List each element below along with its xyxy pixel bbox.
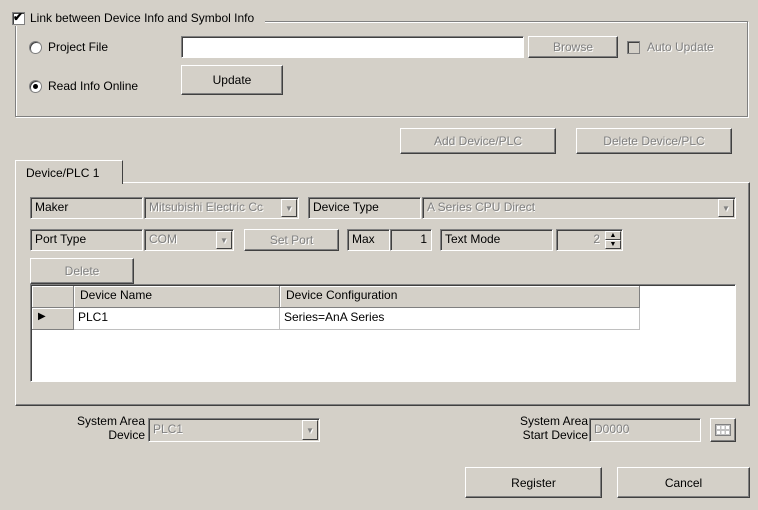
- device-type-label-cell: Device Type: [308, 197, 421, 219]
- chevron-down-icon[interactable]: ▼: [216, 231, 232, 249]
- read-info-online-label: Read Info Online: [48, 79, 139, 93]
- maker-combo[interactable]: Mitsubishi Electric Cc ▼: [144, 197, 299, 219]
- port-type-combo[interactable]: COM ▼: [144, 229, 234, 251]
- chevron-down-icon[interactable]: ▼: [302, 420, 318, 440]
- tab-gap-mask: [16, 181, 122, 184]
- update-button[interactable]: Update: [181, 65, 283, 95]
- system-area-start-device-input[interactable]: D0000: [589, 418, 701, 442]
- radio-selected-dot: [33, 84, 38, 89]
- chevron-down-icon[interactable]: ▼: [718, 199, 734, 217]
- read-info-online-radio[interactable]: [29, 80, 42, 93]
- delete-device-plc-button[interactable]: Delete Device/PLC: [576, 128, 732, 154]
- chevron-down-icon[interactable]: ▼: [281, 199, 297, 217]
- link-checkbox-row[interactable]: ✔ Link between Device Info and Symbol In…: [8, 10, 266, 26]
- register-button[interactable]: Register: [465, 467, 602, 498]
- table-row-device-name[interactable]: PLC1: [74, 308, 280, 330]
- triangle-right-icon: ▶: [38, 311, 46, 322]
- device-type-combo[interactable]: A Series CPU Direct ▼: [422, 197, 736, 219]
- system-area-device-combo[interactable]: PLC1 ▼: [148, 418, 320, 442]
- max-label-cell: Max: [347, 229, 390, 251]
- link-checkbox-label: Link between Device Info and Symbol Info: [30, 11, 255, 25]
- row-indicator[interactable]: ▶: [32, 308, 74, 330]
- max-value-field: 1: [390, 229, 432, 251]
- maker-label-cell: Maker: [30, 197, 143, 219]
- check-icon: ✔: [13, 10, 24, 24]
- auto-update-label: Auto Update: [647, 40, 714, 54]
- delete-row-button[interactable]: Delete: [30, 258, 134, 284]
- browse-button[interactable]: Browse: [528, 36, 618, 58]
- column-header-device-name[interactable]: Device Name: [74, 286, 280, 308]
- system-area-device-label: System Area Device: [76, 414, 145, 442]
- port-type-label-cell: Port Type: [30, 229, 143, 251]
- spinner-arrows-icon[interactable]: ▲ ▼: [605, 231, 621, 249]
- keypad-icon[interactable]: [710, 418, 736, 442]
- spinner-up[interactable]: ▲: [605, 231, 621, 240]
- link-checkbox[interactable]: ✔: [12, 10, 25, 25]
- table-row-configuration[interactable]: Series=AnA Series: [280, 308, 640, 330]
- column-header-device-configuration[interactable]: Device Configuration: [280, 286, 640, 308]
- text-mode-spinner[interactable]: 2 ▲ ▼: [556, 229, 623, 251]
- add-device-plc-button[interactable]: Add Device/PLC: [400, 128, 556, 154]
- text-mode-label-cell: Text Mode: [440, 229, 553, 251]
- project-file-label: Project File: [48, 40, 109, 54]
- project-file-radio[interactable]: [29, 41, 42, 54]
- spinner-down[interactable]: ▼: [605, 240, 621, 249]
- auto-update-checkbox[interactable]: [627, 41, 640, 54]
- set-port-button[interactable]: Set Port: [244, 229, 339, 251]
- grid-corner-header: [32, 286, 74, 308]
- project-file-input[interactable]: [181, 36, 524, 58]
- cancel-button[interactable]: Cancel: [617, 467, 750, 498]
- system-area-start-device-label: System Area Start Device: [519, 414, 588, 442]
